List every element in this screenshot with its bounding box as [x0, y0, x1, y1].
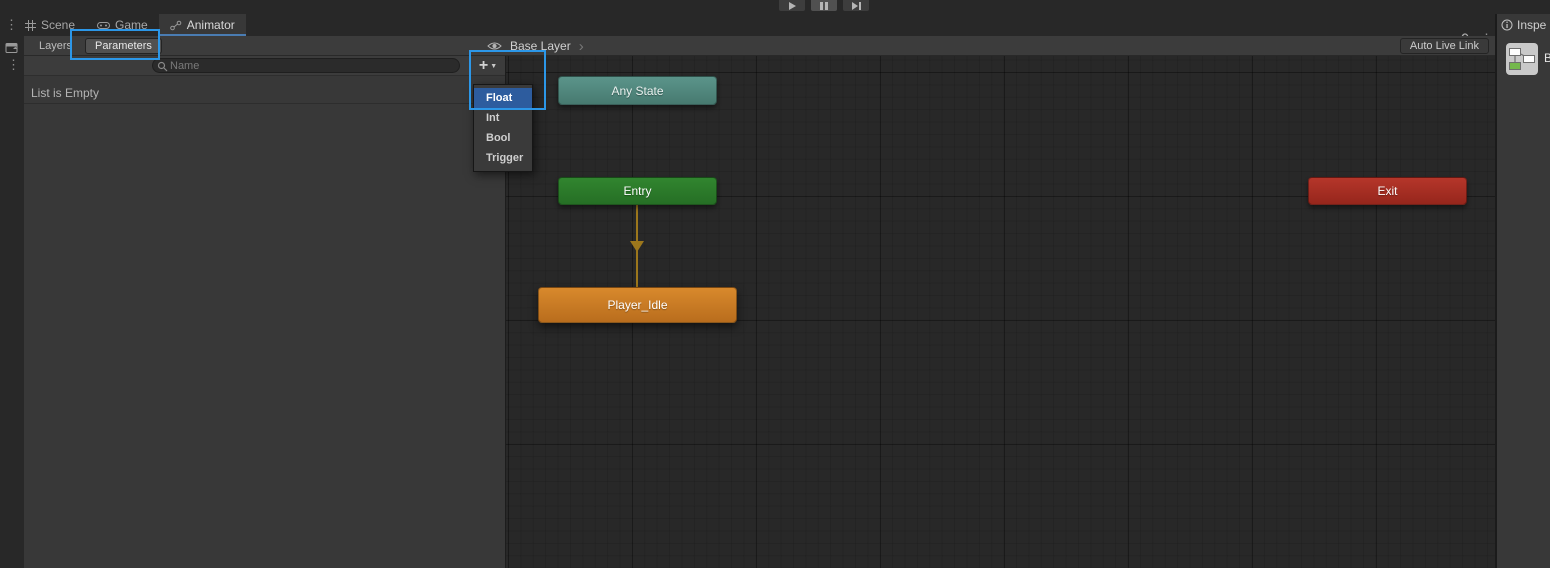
state-node-exit[interactable]: Exit	[1308, 177, 1467, 205]
tab-inspector[interactable]: Inspe	[1497, 14, 1550, 36]
tab-scene[interactable]: Scene	[14, 14, 86, 36]
chevron-right-icon: ›	[579, 39, 584, 54]
menu-item-bool[interactable]: Bool	[474, 128, 532, 148]
scene-icon	[25, 20, 36, 31]
tab-animator-label: Animator	[187, 18, 235, 32]
transition-arrowhead-icon	[630, 241, 644, 252]
game-icon	[97, 21, 110, 30]
tab-game[interactable]: Game	[86, 14, 159, 36]
state-node-player-idle[interactable]: Player_Idle	[538, 287, 737, 323]
tab-animator[interactable]: Animator	[159, 14, 246, 36]
animator-graph-canvas[interactable]: Any State Entry Exit Player_Idle	[505, 56, 1497, 568]
unity-editor-window: Scene Game Animator ⋮ ⋮ ⋮	[0, 0, 1550, 568]
search-icon	[157, 61, 168, 72]
transport-controls	[779, 0, 869, 11]
parameters-tab-button[interactable]: Parameters	[85, 38, 162, 54]
pause-button[interactable]	[811, 0, 837, 11]
search-input[interactable]	[170, 60, 459, 72]
layers-tab-button[interactable]: Layers	[29, 38, 82, 54]
list-divider	[24, 103, 505, 104]
eye-icon[interactable]	[487, 41, 502, 51]
popout-panel-icon[interactable]	[5, 41, 19, 54]
animator-controller-asset-icon	[1505, 42, 1539, 76]
parameter-search-field[interactable]	[152, 58, 460, 73]
panel-menu-icon[interactable]: ⋮	[7, 58, 20, 71]
play-button[interactable]	[779, 0, 805, 11]
animator-toolbar: Layers Parameters Base Layer › Auto Live…	[24, 36, 1497, 56]
play-icon	[789, 2, 796, 10]
add-parameter-menu: Float Int Bool Trigger	[473, 84, 533, 172]
pause-icon	[820, 2, 828, 10]
transport-strip	[0, 0, 1550, 14]
window-menu-icon[interactable]: ⋮	[5, 18, 18, 31]
animator-icon	[170, 20, 182, 31]
inspector-panel: Inspe B	[1497, 14, 1550, 568]
parameters-search-row: + ▼	[24, 56, 505, 76]
menu-item-float[interactable]: Float	[474, 88, 532, 108]
menu-item-int[interactable]: Int	[474, 108, 532, 128]
inspector-body: B	[1497, 36, 1550, 568]
parameters-panel: + ▼ List is Empty	[24, 56, 505, 568]
tab-scene-label: Scene	[41, 18, 75, 32]
parameter-list-empty-label: List is Empty	[31, 86, 99, 100]
tab-game-label: Game	[115, 18, 148, 32]
breadcrumb-base-layer[interactable]: Base Layer	[510, 39, 571, 53]
state-node-any-state[interactable]: Any State	[558, 76, 717, 105]
add-parameter-button[interactable]: + ▼	[473, 56, 503, 76]
breadcrumb: Base Layer ›	[487, 36, 584, 56]
auto-live-link-button[interactable]: Auto Live Link	[1400, 38, 1489, 54]
menu-item-trigger[interactable]: Trigger	[474, 148, 532, 168]
state-node-entry[interactable]: Entry	[558, 177, 717, 205]
step-button[interactable]	[843, 0, 869, 11]
tab-bar: Scene Game Animator ⋮	[0, 14, 1550, 36]
dropdown-arrow-icon: ▼	[490, 63, 497, 70]
plus-icon: +	[479, 58, 488, 74]
info-icon	[1501, 19, 1513, 31]
tab-inspector-label: Inspe	[1517, 18, 1546, 32]
step-icon	[852, 2, 861, 10]
asset-name-label: B	[1544, 51, 1550, 65]
